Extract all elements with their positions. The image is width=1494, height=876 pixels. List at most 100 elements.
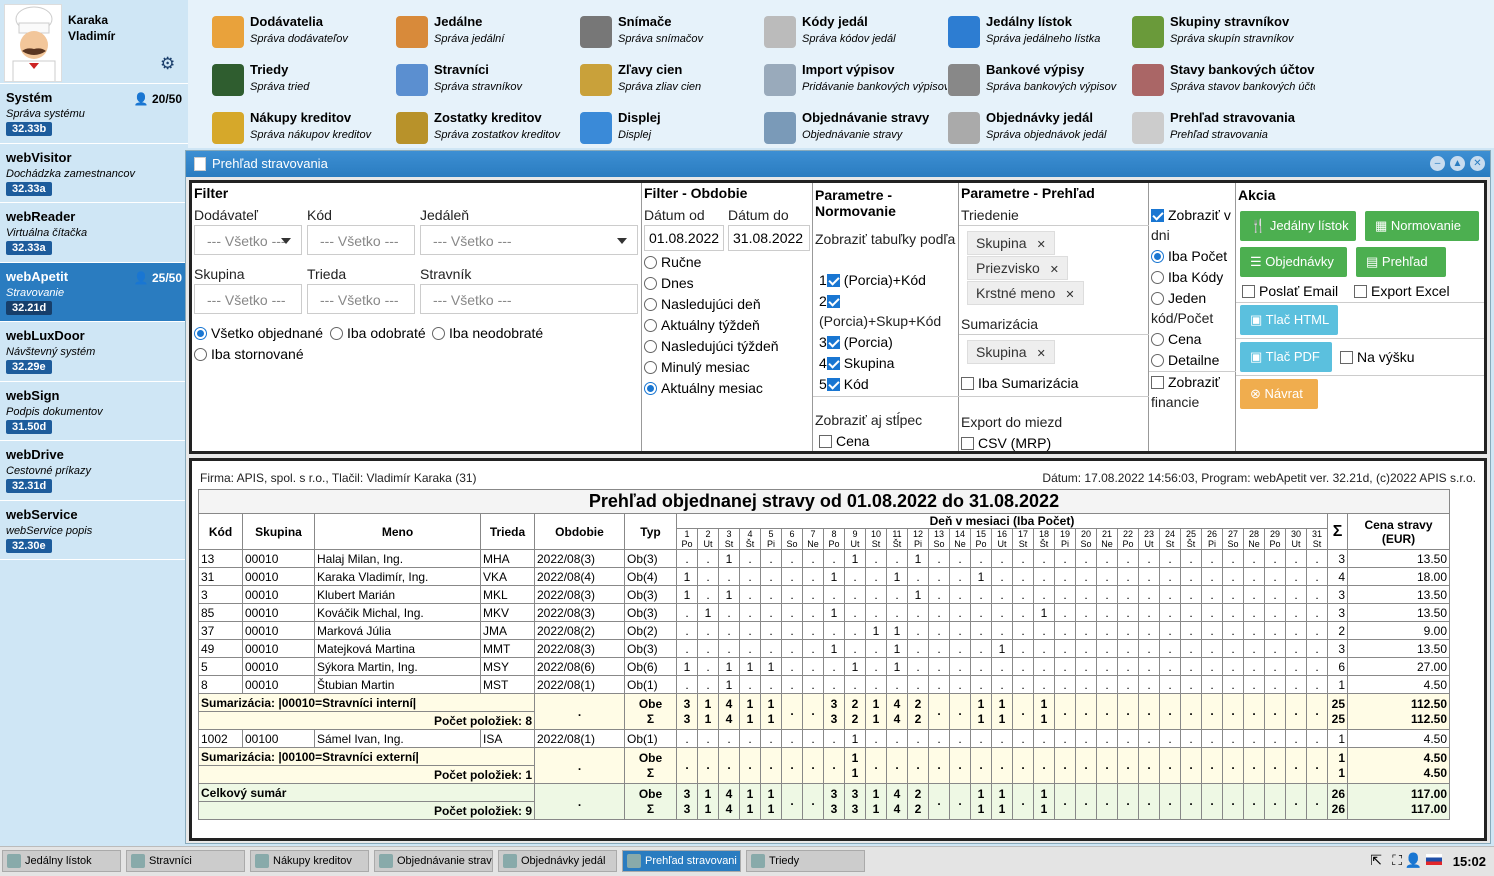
check-csv-mrp[interactable]: CSV (MRP) [961,435,1051,451]
radio-obdobie-option[interactable]: Dnes [644,275,694,291]
check-skupina[interactable]: 4 Skupina [819,355,894,371]
close-icon[interactable]: ✕ [1065,289,1074,301]
check-poslat-email[interactable]: Poslať Email [1242,283,1338,299]
kod-select[interactable]: --- Všetko --- [307,225,415,255]
close-icon[interactable]: ✕ [1050,264,1059,276]
stravnik-select[interactable]: --- Všetko --- [420,284,638,314]
radio-jeden-kod[interactable]: Jeden [1151,290,1206,306]
menu-item[interactable]: Stavy bankových účtov Správa stavov banko… [1132,60,1315,100]
radio-obdobie-option[interactable]: Ručne [644,254,701,270]
taskbar-item[interactable]: Stravníci [126,850,245,872]
menu-item[interactable]: Skupiny stravníkov Správa skupín stravník… [1132,12,1312,52]
user-icon[interactable]: 👤 [1405,852,1422,869]
check-export-excel[interactable]: Export Excel [1354,283,1450,299]
sort-tag-skupina[interactable]: Skupina ✕ [967,231,1055,255]
radio-obdobie-option[interactable]: Aktuálny týždeň [644,317,760,333]
day-cell: . [1012,621,1034,640]
check-zobrazit-v-dni[interactable]: Zobraziť v [1151,207,1231,223]
radio-iba-odobrate[interactable]: Iba odobraté [330,325,426,341]
system-webservice[interactable]: webService webService popis 32.30e [0,500,188,560]
menu-item[interactable]: Zostatky kreditov Správa zostatkov kredit… [396,108,576,148]
day-cell: . [1012,675,1034,694]
summary-day-cell: . [1054,747,1076,784]
radio-obdobie-option[interactable]: Nasledujúci deň [644,296,761,312]
radio-iba-neodobrate[interactable]: Iba neodobraté [432,325,543,341]
radio-vsetko-objednane[interactable]: Všetko objednané [194,325,323,341]
system-webdrive[interactable]: webDrive Cestovné príkazy 32.31d [0,441,188,501]
menu-item[interactable]: Prehľad stravovania Prehľad stravovania [1132,108,1312,148]
jedalny-listok-button[interactable]: 🍴 Jedálny lístok [1240,211,1356,241]
menu-item[interactable]: Import výpisov Pridávanie bankových výpis… [764,60,947,100]
radio-obdobie-option[interactable]: Nasledujúci týždeň [644,338,779,354]
normovanie-button[interactable]: ▦ Normovanie [1365,211,1479,241]
gear-icon[interactable]: ⚙ [160,54,175,74]
menu-item[interactable]: Dodávatelia Správa dodávateľov [212,12,392,52]
system-webapetit[interactable]: webApetit Stravovanie 32.21d 👤 25/50 [0,262,188,322]
menu-item[interactable]: Jedálny lístok Správa jedálneho lístka [948,12,1128,52]
menu-item[interactable]: Displej Displej [580,108,760,148]
check-cena[interactable]: Cena [819,433,869,449]
check-porcia[interactable]: 3 (Porcia) [819,334,893,350]
system-webluxdoor[interactable]: webLuxDoor Návštevný systém 32.29e [0,322,188,382]
check-iba-sumarizacia[interactable]: Iba Sumarizácia [961,375,1078,391]
radio-iba-kody[interactable]: Iba Kódy [1151,269,1223,285]
fullscreen-icon[interactable]: ⛶ [1392,852,1402,869]
tlac-pdf-button[interactable]: ▣ Tlač PDF [1240,342,1332,372]
menu-item[interactable]: Snímače Správa snímačov [580,12,760,52]
navrat-button[interactable]: ⊗ Návrat [1240,379,1318,409]
tlac-html-button[interactable]: ▣ Tlač HTML [1240,305,1338,335]
maximize-icon[interactable]: ▲ [1450,156,1465,171]
menu-item[interactable]: Triedy Správa tried [212,60,392,100]
menu-item[interactable]: Objednávanie stravy Objednávanie stravy [764,108,944,148]
close-icon[interactable]: ✕ [1037,239,1046,251]
taskbar-item[interactable]: Prehľad stravovani [622,850,741,872]
check-porcia-kod[interactable]: 1 (Porcia)+Kód [819,272,926,288]
jedalen-select[interactable]: --- Všetko --- [420,225,638,255]
trieda-select[interactable]: --- Všetko --- [307,284,415,314]
system-systém[interactable]: Systém Správa systému 32.33b 👤 20/50 [0,84,188,144]
radio-obdobie-option[interactable]: Minulý mesiac [644,359,750,375]
menu-item[interactable]: Zľavy cien Správa zliav cien [580,60,760,100]
summary-day-cell: . [1222,783,1244,820]
menu-item[interactable]: Kódy jedál Správa kódov jedál [764,12,944,52]
skupina-select[interactable]: --- Všetko --- [194,284,302,314]
sum-tag-skupina[interactable]: Skupina ✕ [967,340,1055,364]
close-icon[interactable]: ✕ [1037,348,1046,360]
taskbar-item[interactable]: Jedálny lístok [2,850,121,872]
sort-tag-priezvisko[interactable]: Priezvisko ✕ [967,256,1069,280]
check-zobrazit-financie[interactable]: Zobraziť [1151,374,1220,390]
minimize-icon[interactable]: – [1430,156,1445,171]
close-icon[interactable]: ✕ [1470,156,1485,171]
sort-tag-krstne-meno[interactable]: Krstné meno ✕ [967,281,1084,305]
check-kod[interactable]: 5 Kód [819,376,869,392]
taskbar-item[interactable]: Objednávanie strav [374,850,493,872]
radio-obdobie-option[interactable]: Aktuálny mesiac [644,380,763,396]
radio-iba-pocet[interactable]: Iba Počet [1151,248,1227,264]
taskbar-item[interactable]: Nákupy kreditov [250,850,369,872]
menu-item[interactable]: Bankové výpisy Správa bankových výpisov [948,60,1128,100]
radio-cena[interactable]: Cena [1151,331,1201,347]
radio-detailne[interactable]: Detailne [1151,352,1219,368]
menu-item[interactable]: Jedálne Správa jedální [396,12,576,52]
check-porcia-skup-kod[interactable]: 2 [819,293,844,309]
system-websign[interactable]: webSign Podpis dokumentov 31.50d [0,381,188,441]
system-webvisitor[interactable]: webVisitor Dochádzka zamestnancov 32.33a [0,143,188,203]
cell-trieda: VKA [480,567,535,586]
dodavatel-select[interactable]: --- Všetko --- [194,225,302,255]
objednavky-button[interactable]: ☰ Objednávky [1240,247,1347,277]
prehlad-button[interactable]: ▤ Prehľad [1356,247,1446,277]
system-webreader[interactable]: webReader Virtuálna čítačka 32.33a [0,203,188,263]
radio-iba-stornovane[interactable]: Iba stornované [194,346,304,362]
check-na-vysku[interactable]: Na výšku [1340,349,1415,365]
radio-dot [1151,354,1164,367]
datum-od-input[interactable]: 01.08.2022 [644,225,724,251]
export-icon[interactable]: ⇱ [1370,852,1382,869]
taskbar-item[interactable]: Triedy [746,850,865,872]
menu-item[interactable]: Nákupy kreditov Správa nákupov kreditov [212,108,392,148]
flag-icon[interactable] [1426,854,1442,865]
skupina-value: --- Všetko --- [207,292,286,308]
taskbar-item[interactable]: Objednávky jedál [498,850,617,872]
menu-item[interactable]: Objednávky jedál Správa objednávok jedál [948,108,1128,148]
menu-item[interactable]: Stravníci Správa stravníkov [396,60,576,100]
datum-do-input[interactable]: 31.08.2022 [728,225,810,251]
